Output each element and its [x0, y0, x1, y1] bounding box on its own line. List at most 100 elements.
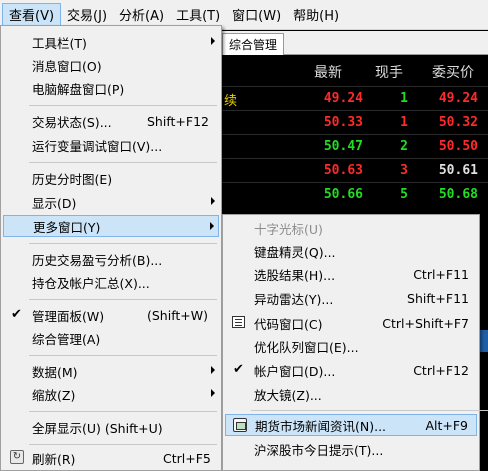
menu-item-fullscreen[interactable]: 全屏显示(U) (Shift+U) [3, 416, 219, 438]
submenu-item-label: 帐户窗口(D)... [254, 363, 336, 379]
cell-bid: 49.24 [438, 91, 478, 106]
menu-item-shortcut: Ctrl+F5 [163, 450, 211, 466]
menu-item-label: 管理面板(W) [32, 308, 105, 324]
submenu-item-futures-news[interactable]: 期货市场新闻资讯(N)... Alt+F9 [225, 414, 477, 436]
menu-item-history-tick[interactable]: 历史分时图(E) [3, 167, 219, 189]
submenu-item-shortcut: Shift+F11 [407, 290, 469, 306]
menu-item-label: 持仓及帐户汇总(X)... [32, 275, 150, 291]
menu-item-label: 全屏显示(U) (Shift+U) [32, 420, 163, 436]
menu-item-display[interactable]: 显示(D) [3, 191, 219, 213]
submenu-item-label: 十字光标(U) [254, 221, 323, 237]
submenu-item-shortcut: Ctrl+Shift+F7 [382, 315, 469, 331]
menu-item-label: 历史分时图(E) [32, 171, 113, 187]
more-windows-submenu: 十字光标(U) 键盘精灵(Q)... 选股结果(H)... Ctrl+F11 异… [222, 214, 488, 471]
menu-separator [251, 410, 488, 411]
cell-last: 49.24 [323, 91, 363, 106]
menu-item-debug-window[interactable]: 运行变量调试窗口(V)... [3, 134, 219, 156]
table-row[interactable]: 50.33 1 50.32 [210, 110, 488, 134]
menu-item-label: 消息窗口(O) [32, 58, 102, 74]
cell-bid: 50.61 [438, 163, 478, 178]
submenu-item-label: 放大镜(Z)... [254, 387, 322, 403]
cell-bid: 50.32 [438, 115, 478, 130]
submenu-item-queue-window[interactable]: 优化队列窗口(E)... [225, 335, 477, 357]
view-menu: 工具栏(T) 消息窗口(O) 电脑解盘窗口(P) 交易状态(S)... Shif… [0, 25, 222, 471]
menubar-analysis[interactable]: 分析(A) [113, 3, 170, 27]
cell-volume: 1 [400, 115, 408, 130]
menu-item-label: 刷新(R) [32, 451, 76, 467]
menu-item-label: 历史交易盈亏分析(B)... [32, 252, 163, 268]
cell-bid: 50.68 [438, 187, 478, 202]
menu-separator [29, 105, 217, 106]
menu-item-label: 运行变量调试窗口(V)... [32, 138, 163, 154]
submenu-item-label: 沪深股市今日提示(T)... [254, 442, 384, 458]
submenu-item-label: 期货市场新闻资讯(N)... [255, 418, 387, 434]
checkmark-icon: ✔ [11, 307, 22, 322]
submenu-arrow-icon [211, 389, 215, 397]
menu-item-trade-status[interactable]: 交易状态(S)... Shift+F12 [3, 110, 219, 132]
submenu-item-account-window[interactable]: ✔ 帐户窗口(D)... Ctrl+F12 [225, 359, 477, 381]
table-row[interactable]: 50.63 3 50.61 [210, 158, 488, 182]
menu-item-shortcut: Shift+F12 [147, 113, 209, 129]
tab-overall-management[interactable]: 综合管理 [222, 33, 285, 55]
cell-last: 50.63 [323, 163, 363, 178]
menu-item-refresh[interactable]: ↻ 刷新(R) Ctrl+F5 [3, 447, 219, 469]
submenu-item-radar[interactable]: 异动雷达(Y)... Shift+F11 [225, 287, 477, 309]
submenu-arrow-icon [211, 37, 215, 45]
cell-bid: 50.50 [438, 139, 478, 154]
menubar-view[interactable]: 查看(V) [2, 2, 62, 27]
menu-item-label: 数据(M) [32, 364, 78, 380]
menubar-window[interactable]: 窗口(W) [226, 3, 287, 27]
menu-item-overall-management[interactable]: 综合管理(A) [3, 327, 219, 349]
submenu-item-label: 键盘精灵(Q)... [254, 244, 336, 260]
table-row[interactable]: 50.47 2 50.50 [210, 134, 488, 158]
submenu-item-keyboard-wizard[interactable]: 键盘精灵(Q)... [225, 240, 477, 262]
cell-volume: 1 [400, 91, 408, 106]
submenu-arrow-icon [211, 366, 215, 374]
cell-last: 50.66 [323, 187, 363, 202]
news-icon [233, 418, 247, 432]
menu-item-history-pnl[interactable]: 历史交易盈亏分析(B)... [3, 248, 219, 270]
submenu-item-shortcut: Ctrl+F12 [413, 362, 469, 378]
menu-separator [29, 299, 217, 300]
menubar-trade[interactable]: 交易(J) [61, 3, 113, 27]
cell-last: 50.33 [323, 115, 363, 130]
tab-strip: 综合管理 [210, 31, 488, 55]
menu-item-data[interactable]: 数据(M) [3, 360, 219, 382]
cell-volume: 5 [400, 187, 408, 202]
menu-item-positions-summary[interactable]: 持仓及帐户汇总(X)... [3, 271, 219, 293]
menu-item-more-windows[interactable]: 更多窗口(Y) [3, 215, 219, 237]
submenu-item-magnifier[interactable]: 放大镜(Z)... [225, 383, 477, 405]
menu-item-admin-panel[interactable]: ✔ 管理面板(W) (Shift+W) [3, 304, 219, 326]
checkmark-icon: ✔ [233, 362, 244, 377]
refresh-icon: ↻ [10, 450, 24, 464]
menu-item-label: 综合管理(A) [32, 331, 101, 347]
menu-item-label: 电脑解盘窗口(P) [32, 81, 125, 97]
menu-separator [29, 411, 217, 412]
table-row[interactable]: 49.24 1 49.24 [210, 86, 488, 110]
code-window-icon [232, 316, 245, 328]
menu-separator [29, 355, 217, 356]
menu-item-puzzle-window[interactable]: 电脑解盘窗口(P) [3, 77, 219, 99]
submenu-item-stock-results[interactable]: 选股结果(H)... Ctrl+F11 [225, 263, 477, 285]
submenu-item-label: 异动雷达(Y)... [254, 291, 334, 307]
menu-item-zoom[interactable]: 缩放(Z) [3, 383, 219, 405]
menu-item-shortcut: (Shift+W) [147, 307, 208, 323]
header-volume: 现手 [375, 65, 403, 81]
submenu-item-sh-sz-tips[interactable]: 沪深股市今日提示(T)... [225, 438, 477, 460]
cell-volume: 2 [400, 139, 408, 154]
menubar-tools[interactable]: 工具(T) [170, 3, 226, 27]
menu-item-label: 更多窗口(Y) [33, 219, 101, 235]
menu-separator [29, 444, 217, 445]
menu-separator [29, 162, 217, 163]
menu-item-label: 显示(D) [32, 195, 77, 211]
table-row[interactable]: 50.66 5 50.68 [210, 182, 488, 206]
menubar-help[interactable]: 帮助(H) [287, 3, 345, 27]
menu-item-toolbar[interactable]: 工具栏(T) [3, 31, 219, 53]
submenu-item-crosshair[interactable]: 十字光标(U) [225, 217, 477, 239]
submenu-item-label: 优化队列窗口(E)... [254, 339, 359, 355]
quote-grid: 最新 现手 委买价 续 49.24 1 49.24 50.33 1 50.32 50.47 2… [210, 56, 488, 216]
submenu-item-code-window[interactable]: 代码窗口(C) Ctrl+Shift+F7 [225, 312, 477, 334]
menu-item-message-window[interactable]: 消息窗口(O) [3, 54, 219, 76]
submenu-item-label: 代码窗口(C) [254, 316, 323, 332]
submenu-item-shortcut: Alt+F9 [425, 417, 468, 433]
